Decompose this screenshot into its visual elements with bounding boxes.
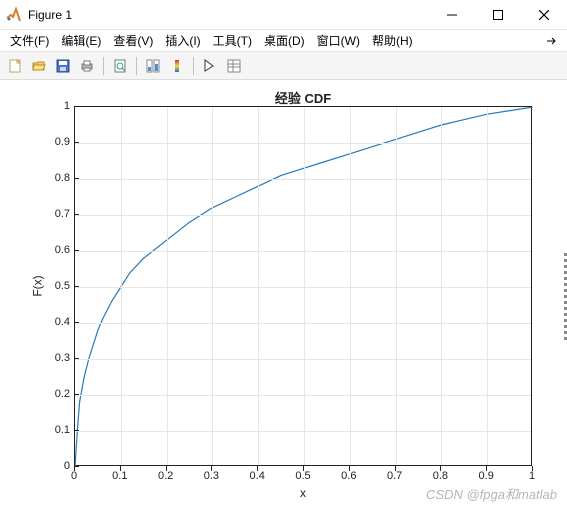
tick-mark: [74, 178, 79, 179]
y-tick-label: 0.4: [55, 316, 70, 328]
menu-file[interactable]: 文件(F): [4, 30, 55, 51]
tick-mark: [74, 250, 79, 251]
open-button[interactable]: [28, 55, 50, 77]
minimize-button[interactable]: [429, 0, 475, 30]
print-button[interactable]: [76, 55, 98, 77]
tick-mark: [74, 142, 79, 143]
dock-button[interactable]: [541, 32, 563, 50]
toolbar-separator: [103, 57, 104, 75]
menu-view[interactable]: 查看(V): [107, 30, 159, 51]
grid-line: [258, 107, 259, 465]
toolbar: [0, 52, 567, 80]
menu-tools[interactable]: 工具(T): [207, 30, 258, 51]
tick-mark: [74, 322, 79, 323]
x-tick-label: 0.1: [112, 470, 127, 482]
grid-line: [75, 287, 531, 288]
x-tick-label: 0: [71, 470, 77, 482]
toolbar-separator: [136, 57, 137, 75]
link-plot-button[interactable]: [142, 55, 164, 77]
titlebar: Figure 1: [0, 0, 567, 30]
grid-line: [167, 107, 168, 465]
grid-line: [75, 179, 531, 180]
new-figure-button[interactable]: [4, 55, 26, 77]
grid-line: [212, 107, 213, 465]
close-button[interactable]: [521, 0, 567, 30]
y-axis-label: F(x): [28, 106, 48, 466]
menu-window[interactable]: 窗口(W): [311, 30, 366, 51]
toolbar-separator: [193, 57, 194, 75]
menubar: 文件(F) 编辑(E) 查看(V) 插入(I) 工具(T) 桌面(D) 窗口(W…: [0, 30, 567, 52]
grid-line: [75, 215, 531, 216]
edit-plot-button[interactable]: [199, 55, 221, 77]
window-title: Figure 1: [28, 8, 429, 22]
menu-desktop[interactable]: 桌面(D): [258, 30, 311, 51]
y-tick-label: 0.8: [55, 172, 70, 184]
tick-mark: [74, 106, 79, 107]
print-preview-button[interactable]: [109, 55, 131, 77]
y-tick-label: 0: [64, 460, 70, 472]
grid-line: [75, 359, 531, 360]
tick-mark: [74, 214, 79, 215]
grid-line: [350, 107, 351, 465]
grid-line: [121, 107, 122, 465]
x-tick-label: 0.3: [204, 470, 219, 482]
grid-line: [75, 431, 531, 432]
property-inspector-button[interactable]: [223, 55, 245, 77]
grid-line: [487, 107, 488, 465]
window-controls: [429, 0, 567, 30]
x-tick-label: 1: [529, 470, 535, 482]
x-tick-label: 0.9: [479, 470, 494, 482]
matlab-icon: [6, 7, 22, 23]
x-tick-label: 0.5: [295, 470, 310, 482]
menu-help[interactable]: 帮助(H): [366, 30, 419, 51]
plot-axes[interactable]: [74, 106, 532, 466]
grid-line: [75, 323, 531, 324]
x-axis-label: x: [74, 486, 532, 500]
y-tick-label: 0.2: [55, 388, 70, 400]
colorbar-button[interactable]: [166, 55, 188, 77]
y-tick-label: 0.7: [55, 208, 70, 220]
tick-mark: [74, 286, 79, 287]
y-tick-label: 0.1: [55, 424, 70, 436]
y-tick-label: 0.3: [55, 352, 70, 364]
x-tick-label: 0.6: [341, 470, 356, 482]
grid-line: [75, 395, 531, 396]
y-tick-label: 0.9: [55, 136, 70, 148]
grid-line: [396, 107, 397, 465]
maximize-button[interactable]: [475, 0, 521, 30]
grid-line: [75, 251, 531, 252]
y-tick-label: 1: [64, 100, 70, 112]
tick-mark: [74, 394, 79, 395]
tick-mark: [74, 430, 79, 431]
x-tick-label: 0.2: [158, 470, 173, 482]
x-tick-label: 0.4: [250, 470, 265, 482]
tick-mark: [74, 358, 79, 359]
x-tick-label: 0.7: [387, 470, 402, 482]
tick-mark: [74, 466, 79, 467]
menu-edit[interactable]: 编辑(E): [55, 30, 107, 51]
save-button[interactable]: [52, 55, 74, 77]
y-tick-label: 0.6: [55, 244, 70, 256]
grid-line: [441, 107, 442, 465]
grid-line: [304, 107, 305, 465]
figure-area: 经验 CDF F(x) x 0 0.1 0.2 0.3 0.4 0.5 0.6 0.7 0.8 0…: [0, 80, 567, 509]
x-tick-label: 0.8: [433, 470, 448, 482]
chart-title: 经验 CDF: [74, 88, 532, 107]
menu-insert[interactable]: 插入(I): [159, 30, 206, 51]
grid-line: [75, 143, 531, 144]
y-tick-label: 0.5: [55, 280, 70, 292]
